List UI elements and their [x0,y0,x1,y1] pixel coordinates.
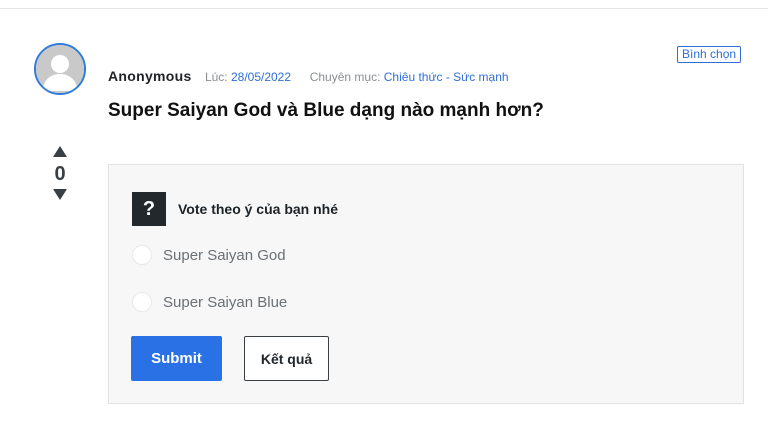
poll-panel: ? Vote theo ý của bạn nhé Super Saiyan G… [108,164,744,404]
poll-header: ? Vote theo ý của bạn nhé [132,192,338,226]
option-label: Super Saiyan God [163,246,286,264]
option-label: Super Saiyan Blue [163,293,288,311]
downvote-arrow-icon[interactable] [53,189,67,200]
top-divider [0,8,768,9]
poll-option-super-saiyan-god[interactable]: Super Saiyan God [132,245,286,265]
avatar[interactable] [34,43,86,95]
option-radio[interactable] [132,292,152,312]
option-radio[interactable] [132,245,152,265]
poll-option-super-saiyan-blue[interactable]: Super Saiyan Blue [132,292,287,312]
category-link[interactable]: Chiêu thức - Sức mạnh [384,70,509,84]
poll-prompt: Vote theo ý của bạn nhé [178,201,338,217]
vote-controls: 0 [48,146,72,200]
submit-button[interactable]: Submit [131,336,222,381]
user-avatar-icon [36,45,84,93]
poll-tag-badge[interactable]: Bình chọn [677,46,742,63]
author-name[interactable]: Anonymous [108,68,192,84]
question-title[interactable]: Super Saiyan God và Blue dạng nào mạnh h… [108,100,544,122]
category-label: Chuyên mục: [309,70,381,84]
vote-count: 0 [54,163,66,185]
date-label: Lúc: [204,70,228,84]
upvote-arrow-icon[interactable] [53,146,67,157]
post-date[interactable]: 28/05/2022 [231,70,291,84]
question-mark-icon: ? [132,192,166,226]
results-button[interactable]: Kết quả [244,336,329,381]
question-meta: Anonymous Lúc: 28/05/2022 Chuyên mục: Ch… [108,68,509,84]
